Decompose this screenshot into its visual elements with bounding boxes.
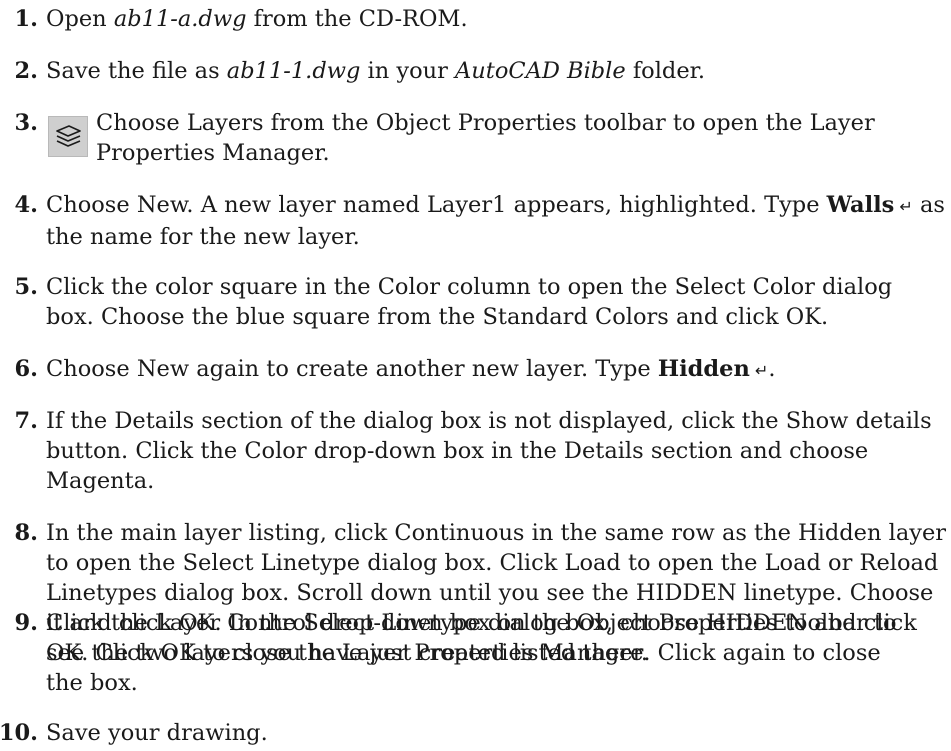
step-2: 2. Save the file as ab11-1.dwg in your A…: [0, 56, 951, 86]
step-3: 3. Choose Layers from the Object Propert…: [0, 108, 951, 168]
step-1: 1. Open ab11-a.dwg from the CD-ROM.: [0, 4, 951, 34]
step-4: 4. Choose New. A new layer named Layer1 …: [0, 190, 951, 250]
step-text: Save your drawing.: [46, 720, 268, 746]
enter-key-icon: ↵: [894, 197, 913, 216]
enter-key-icon: ↵: [749, 361, 769, 380]
step-text: If the Details section of the dialog box…: [46, 408, 932, 494]
step-number: 9.: [14, 610, 39, 636]
step-number: 3.: [14, 110, 39, 136]
step-text: Choose New again to create another new l…: [46, 356, 776, 382]
step-5: 5. Click the color square in the Color c…: [0, 272, 951, 332]
step-number: 4.: [14, 192, 39, 218]
step-text: Click the Layer Control drop-down box on…: [46, 610, 897, 696]
step-number: 1.: [14, 6, 39, 32]
step-number: 8.: [14, 520, 39, 546]
step-text: Choose Layers from the Object Properties…: [96, 110, 875, 166]
step-number: 6.: [14, 356, 39, 382]
step-number: 5.: [14, 274, 39, 300]
step-number: 7.: [14, 408, 39, 434]
step-text: Open ab11-a.dwg from the CD-ROM.: [46, 6, 468, 32]
step-text: Click the color square in the Color colu…: [46, 274, 893, 330]
step-6: 6. Choose New again to create another ne…: [0, 354, 951, 384]
step-9: 9. Click the Layer Control drop-down box…: [0, 608, 951, 698]
step-text: Choose New. A new layer named Layer1 app…: [46, 192, 945, 250]
step-number: 10.: [0, 720, 38, 746]
step-7: 7. If the Details section of the dialog …: [0, 406, 951, 496]
step-text: Save the file as ab11-1.dwg in your Auto…: [46, 58, 706, 84]
step-10: 10. Save your drawing.: [0, 718, 951, 748]
step-number: 2.: [14, 58, 39, 84]
